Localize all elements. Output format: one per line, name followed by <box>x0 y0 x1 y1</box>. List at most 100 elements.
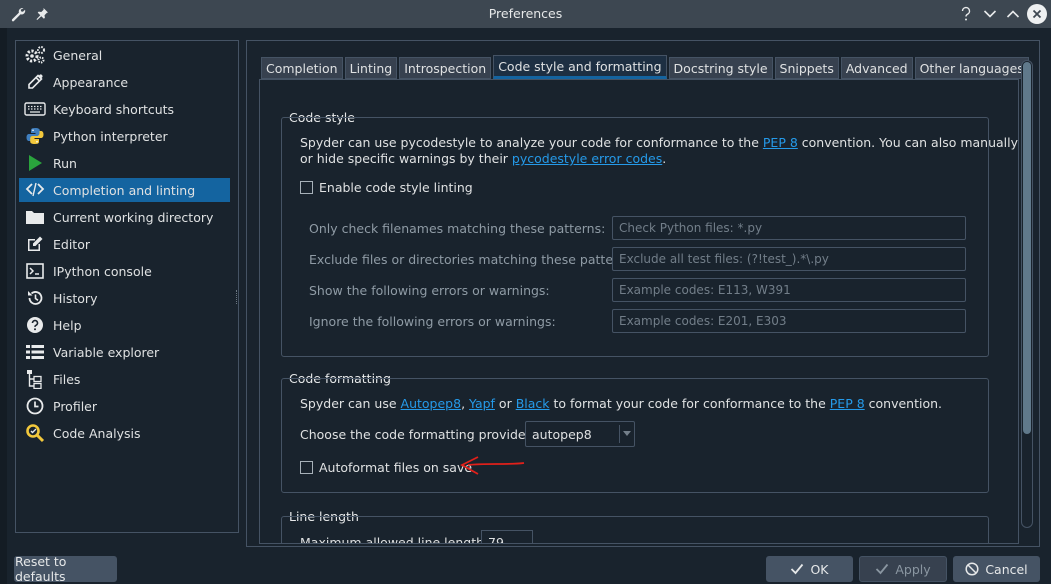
tab-bar: Completion Linting Introspection Code st… <box>261 55 1031 79</box>
tab-completion[interactable]: Completion <box>261 57 343 79</box>
ok-button[interactable]: OK <box>766 556 853 582</box>
sidebar-item-label: Files <box>53 371 81 387</box>
black-link[interactable]: Black <box>516 396 550 411</box>
sidebar-item-profiler[interactable]: Profiler <box>19 394 230 418</box>
help-icon[interactable] <box>956 4 976 24</box>
checkbox-label: Enable code style linting <box>319 180 473 195</box>
autoformat-on-save-checkbox[interactable]: Autoformat files on save <box>300 460 472 475</box>
exclude-patterns-input[interactable]: Exclude all test files: (?!test_).*\.py <box>612 247 966 271</box>
tab-other-languages[interactable]: Other languages <box>914 57 1029 79</box>
tab-introspection[interactable]: Introspection <box>399 57 492 79</box>
code-formatting-description: Spyder can use Autopep8, Yapf or Black t… <box>300 396 943 411</box>
pep8-link[interactable]: PEP 8 <box>830 396 865 411</box>
close-icon[interactable] <box>1027 4 1047 24</box>
check-icon <box>875 563 889 575</box>
sidebar-item-ipython-console[interactable]: IPython console <box>19 259 230 283</box>
max-line-length-spinbox[interactable]: 79 <box>481 530 533 544</box>
max-line-length-label: Maximum allowed line length: <box>300 535 489 544</box>
splitter-handle[interactable] <box>236 290 239 304</box>
code-icon <box>23 180 47 200</box>
sidebar-item-label: Appearance <box>53 74 129 90</box>
cancel-icon <box>965 562 979 576</box>
sidebar-item-run[interactable]: Run <box>19 151 230 175</box>
check-icon <box>790 563 804 575</box>
show-errors-label: Show the following errors or warnings: <box>309 283 550 298</box>
sidebar-item-label: Completion and linting <box>53 182 196 198</box>
sidebar-item-code-analysis[interactable]: Code Analysis <box>19 421 230 445</box>
gears-icon <box>23 45 47 65</box>
red-arrow-annotation <box>460 456 525 475</box>
tab-linting[interactable]: Linting <box>344 57 398 79</box>
files-icon <box>23 369 47 389</box>
sidebar-item-label: Current working directory <box>53 209 214 225</box>
sidebar-item-appearance[interactable]: Appearance <box>19 70 230 94</box>
ignore-errors-input[interactable]: Example codes: E201, E303 <box>612 309 966 333</box>
sidebar-item-label: Run <box>53 155 77 171</box>
sidebar-item-editor[interactable]: Editor <box>19 232 230 256</box>
sidebar-item-label: Code Analysis <box>53 425 141 441</box>
sidebar-item-files[interactable]: Files <box>19 367 230 391</box>
scrollbar-thumb[interactable] <box>1023 62 1031 434</box>
filename-patterns-label: Only check filenames matching these patt… <box>309 221 606 236</box>
checkbox-label: Autoformat files on save <box>319 460 473 475</box>
code-style-description-line2: or hide specific warnings by their pycod… <box>300 151 667 166</box>
sidebar-item-label: Python interpreter <box>53 128 168 144</box>
sidebar-item-variable-explorer[interactable]: Variable explorer <box>19 340 230 364</box>
apply-button[interactable]: Apply <box>859 556 947 582</box>
sidebar-item-label: IPython console <box>53 263 152 279</box>
code-analysis-icon <box>23 423 47 443</box>
combo-separator <box>619 425 620 443</box>
sidebar-item-label: General <box>53 47 103 63</box>
sidebar-item-completion-and-linting[interactable]: Completion and linting <box>19 178 230 202</box>
window-title: Preferences <box>488 6 563 21</box>
formatting-provider-label: Choose the code formatting provider: <box>300 427 535 442</box>
filename-patterns-input[interactable]: Check Python files: *.py <box>612 216 966 240</box>
title-bar: Preferences <box>0 0 1051 28</box>
exclude-patterns-label: Exclude files or directories matching th… <box>309 252 637 267</box>
code-style-description-line1: Spyder can use pycodestyle to analyze yo… <box>300 135 1019 150</box>
checkbox-box[interactable] <box>300 181 313 194</box>
sidebar-item-keyboard-shortcuts[interactable]: Keyboard shortcuts <box>19 97 230 121</box>
sidebar-item-history[interactable]: History <box>19 286 230 310</box>
pep8-link[interactable]: PEP 8 <box>763 135 798 150</box>
chevron-down-icon <box>623 431 631 436</box>
yapf-link[interactable]: Yapf <box>469 396 495 411</box>
sidebar-item-label: History <box>53 290 98 306</box>
max-line-length-value: 79 <box>488 535 504 544</box>
chevron-down-icon[interactable] <box>980 4 1000 24</box>
tab-code-style-and-formatting[interactable]: Code style and formatting <box>493 55 667 79</box>
chevron-up-icon[interactable] <box>1003 4 1023 24</box>
show-errors-input[interactable]: Example codes: E113, W391 <box>612 278 966 302</box>
autopep8-link[interactable]: Autopep8 <box>401 396 462 411</box>
tab-docstring-style[interactable]: Docstring style <box>668 57 773 79</box>
checkbox-box[interactable] <box>300 461 313 474</box>
list-icon <box>23 342 47 362</box>
tab-advanced[interactable]: Advanced <box>840 57 913 79</box>
sidebar-item-help[interactable]: Help <box>19 313 230 337</box>
ignore-errors-label: Ignore the following errors or warnings: <box>309 314 556 329</box>
eyedropper-icon <box>23 72 47 92</box>
enable-code-style-linting-checkbox[interactable]: Enable code style linting <box>300 180 473 195</box>
help-icon <box>23 315 47 335</box>
python-icon <box>23 126 47 146</box>
preferences-sidebar: General Appearance Keyboard shortcuts Py… <box>15 40 239 533</box>
edit-icon <box>23 234 47 254</box>
history-icon <box>23 288 47 308</box>
formatting-provider-value: autopep8 <box>532 427 592 442</box>
play-icon <box>23 153 47 173</box>
tab-page: Code style Spyder can use pycodestyle to… <box>259 79 1019 544</box>
pycodestyle-error-codes-link[interactable]: pycodestyle error codes <box>512 151 662 166</box>
cancel-button[interactable]: Cancel <box>953 556 1040 582</box>
sidebar-item-label: Keyboard shortcuts <box>53 101 175 117</box>
preferences-page: Completion Linting Introspection Code st… <box>246 40 1040 547</box>
sidebar-item-label: Profiler <box>53 398 98 414</box>
formatting-provider-select[interactable]: autopep8 <box>525 421 635 447</box>
keyboard-icon <box>23 99 47 119</box>
reset-to-defaults-button[interactable]: Reset to defaults <box>14 554 117 584</box>
sidebar-item-label: Editor <box>53 236 90 252</box>
sidebar-item-python-interpreter[interactable]: Python interpreter <box>19 124 230 148</box>
sidebar-item-current-working-directory[interactable]: Current working directory <box>19 205 230 229</box>
sidebar-item-general[interactable]: General <box>19 43 230 67</box>
tab-snippets[interactable]: Snippets <box>774 57 839 79</box>
terminal-icon <box>23 261 47 281</box>
